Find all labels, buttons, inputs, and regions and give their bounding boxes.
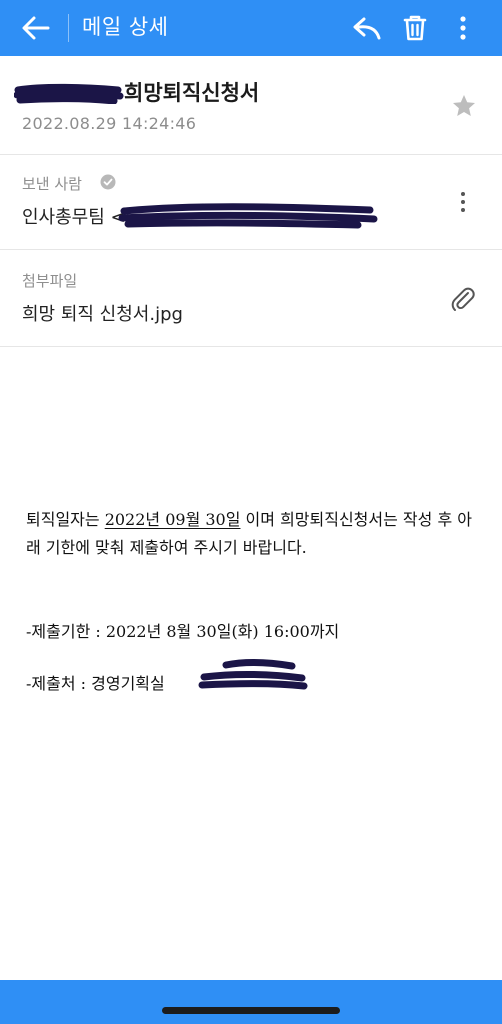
delete-button[interactable]: [398, 11, 432, 45]
trash-icon: [403, 15, 427, 41]
mail-datetime: 2022.08.29 14:24:46: [22, 114, 197, 133]
subject-section: 희망퇴직신청서 2022.08.29 14:24:46: [0, 56, 502, 155]
back-button[interactable]: [18, 10, 54, 46]
home-gesture-handle[interactable]: [162, 1007, 340, 1014]
verified-check-icon: [100, 174, 116, 190]
more-vertical-icon: [460, 16, 466, 40]
attachment-button[interactable]: [448, 284, 478, 314]
body-text: 퇴직일자는: [26, 510, 105, 529]
sender-name[interactable]: 인사총무팀 <: [22, 203, 126, 229]
star-button[interactable]: [450, 92, 478, 120]
system-navigation-bar: [0, 980, 502, 1024]
reply-button[interactable]: [350, 11, 384, 45]
mail-body-submit-to: -제출처 : 경영기획실: [26, 674, 165, 693]
more-options-button[interactable]: [446, 11, 480, 45]
app-bar: 메일 상세: [0, 0, 502, 56]
redaction-mark: [14, 83, 124, 104]
redaction-mark: [198, 658, 308, 690]
attachment-label: 첨부파일: [22, 272, 78, 290]
mail-subject: 희망퇴직신청서: [124, 81, 260, 105]
redaction-mark: [118, 203, 378, 229]
star-icon: [453, 95, 475, 116]
attachment-file-link[interactable]: 희망 퇴직 신청서.jpg: [22, 300, 183, 326]
sender-more-button[interactable]: [450, 189, 476, 215]
attachment-section: 첨부파일 희망 퇴직 신청서.jpg: [0, 250, 502, 347]
mail-body-deadline: -제출기한 : 2022년 8월 30일(화) 16:00까지: [26, 622, 340, 641]
more-vertical-icon: [461, 192, 465, 212]
mail-body-paragraph: 퇴직일자는 2022년 09월 30일 이며 희망퇴직신청서는 작성 후 아래 …: [26, 506, 480, 562]
back-arrow-icon: [22, 16, 50, 40]
paperclip-icon: [451, 287, 475, 311]
body-date-underlined: 2022년 09월 30일: [104, 510, 241, 529]
page-title: 메일 상세: [82, 15, 169, 39]
sender-label: 보낸 사람: [22, 175, 82, 193]
divider: [68, 14, 69, 42]
reply-icon: [353, 17, 381, 40]
sender-section: 보낸 사람 인사총무팀 <: [0, 155, 502, 250]
